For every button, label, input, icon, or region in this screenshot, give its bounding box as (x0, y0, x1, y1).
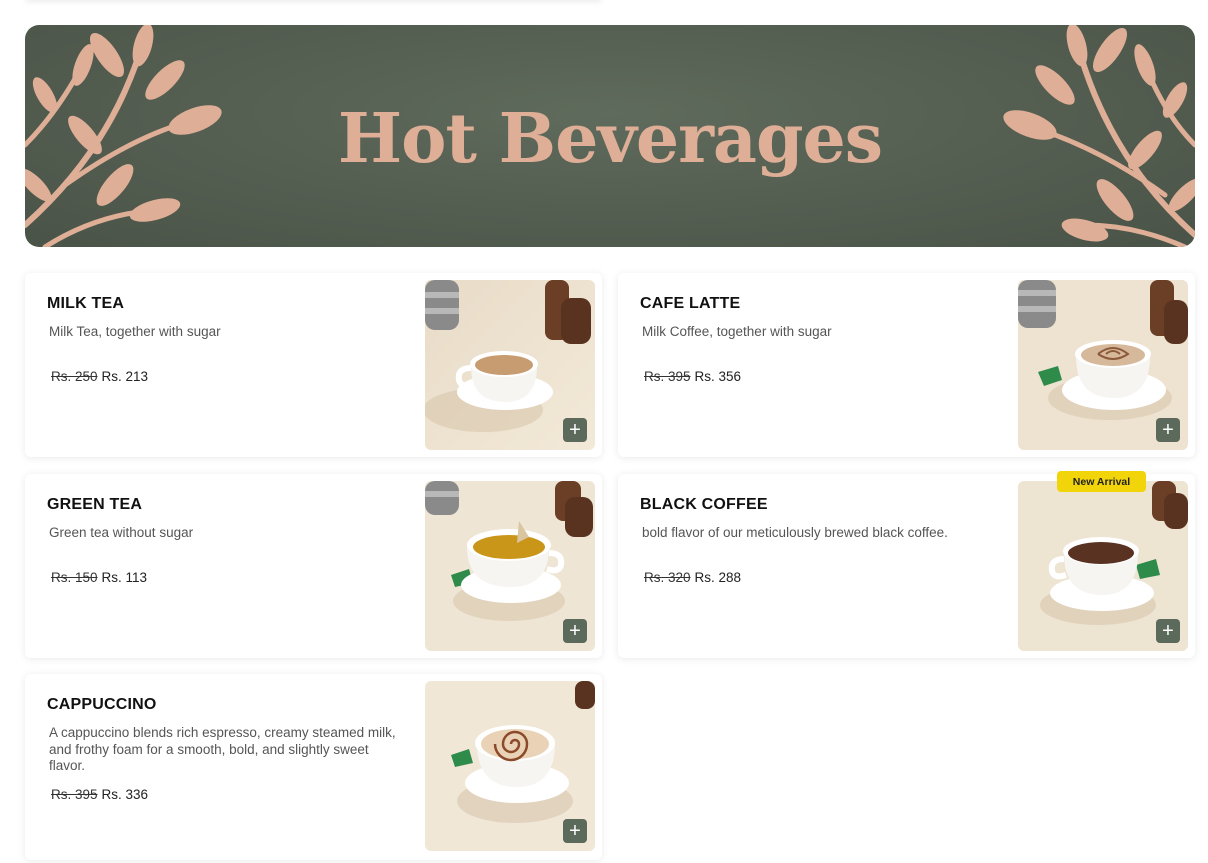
item-current-price: Rs. 356 (694, 369, 742, 384)
add-to-cart-button[interactable]: + (563, 418, 587, 442)
item-price: Rs. 150 Rs. 113 (51, 570, 147, 585)
item-description: A cappuccino blends rich espresso, cream… (49, 725, 396, 773)
item-current-price: Rs. 213 (101, 369, 149, 384)
plus-icon: + (569, 419, 581, 441)
new-arrival-badge: New Arrival (1057, 471, 1146, 492)
category-banner: Hot Beverages (25, 25, 1195, 247)
item-current-price: Rs. 113 (101, 570, 148, 585)
add-to-cart-button[interactable]: + (1156, 418, 1180, 442)
item-description: bold flavor of our meticulously brewed b… (642, 525, 948, 540)
item-description: Milk Tea, together with sugar (49, 324, 221, 339)
plus-icon: + (569, 620, 581, 642)
item-old-price: Rs. 320 (644, 570, 691, 585)
menu-item-card[interactable]: CAFE LATTE Milk Coffee, together with su… (618, 273, 1195, 457)
menu-item-card[interactable]: GREEN TEA Green tea without sugar Rs. 15… (25, 474, 602, 658)
item-old-price: Rs. 395 (644, 369, 691, 384)
menu-item-card[interactable]: New Arrival BLACK COFFEE bold flavor of … (618, 471, 1195, 658)
item-name: BLACK COFFEE (640, 496, 768, 513)
menu-item-card[interactable]: CAPPUCCINO A cappuccino blends rich espr… (25, 674, 602, 860)
item-old-price: Rs. 395 (51, 787, 98, 802)
category-title: Hot Beverages (337, 99, 883, 179)
item-image[interactable]: + (425, 481, 595, 651)
item-name: GREEN TEA (47, 496, 143, 513)
item-image[interactable]: + (1018, 481, 1188, 651)
item-name: CAPPUCCINO (47, 696, 157, 713)
add-to-cart-button[interactable]: + (1156, 619, 1180, 643)
item-old-price: Rs. 150 (51, 570, 98, 585)
item-old-price: Rs. 250 (51, 369, 98, 384)
item-current-price: Rs. 336 (101, 787, 149, 802)
item-price: Rs. 250 Rs. 213 (51, 369, 148, 384)
menu-item-card[interactable]: MILK TEA Milk Tea, together with sugar R… (25, 273, 602, 457)
plus-icon: + (1162, 620, 1174, 642)
item-description: Milk Coffee, together with sugar (642, 324, 832, 339)
plus-icon: + (1162, 419, 1174, 441)
item-image[interactable]: + (425, 681, 595, 851)
item-price: Rs. 395 Rs. 336 (51, 787, 148, 802)
item-name: CAFE LATTE (640, 295, 741, 312)
item-image[interactable]: + (1018, 280, 1188, 450)
item-current-price: Rs. 288 (694, 570, 742, 585)
add-to-cart-button[interactable]: + (563, 819, 587, 843)
menu-page: Hot Beverages MILK TEA Milk Tea, togethe… (0, 0, 1208, 863)
item-name: MILK TEA (47, 295, 125, 312)
item-price: Rs. 320 Rs. 288 (644, 570, 741, 585)
plus-icon: + (569, 820, 581, 842)
item-price: Rs. 395 Rs. 356 (644, 369, 741, 384)
item-description: Green tea without sugar (49, 525, 194, 540)
add-to-cart-button[interactable]: + (563, 619, 587, 643)
item-image[interactable]: + (425, 280, 595, 450)
